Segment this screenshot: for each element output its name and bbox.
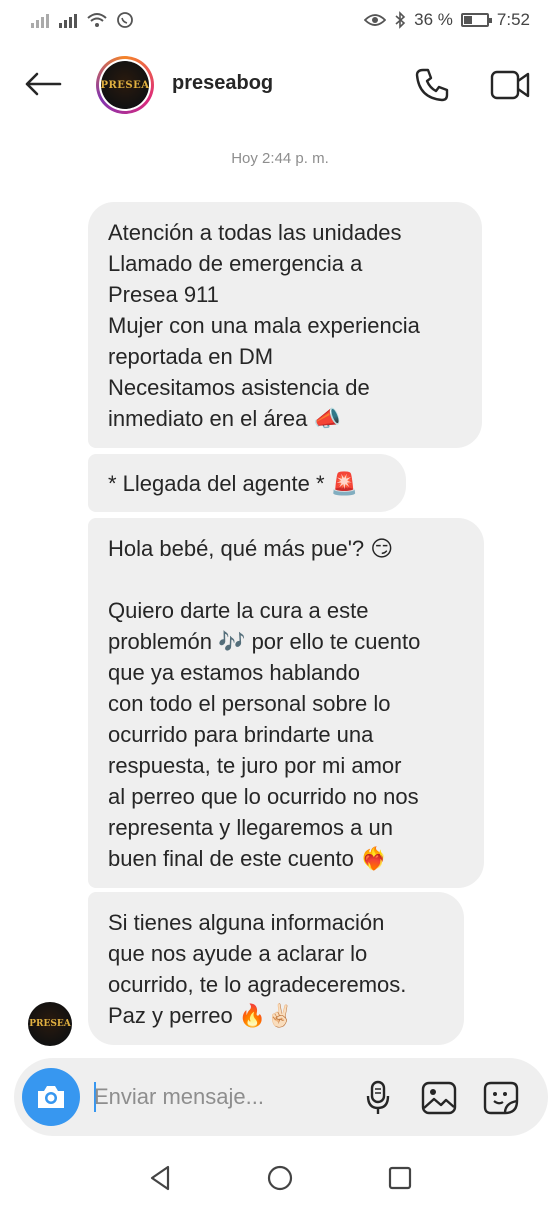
chat-header: PRESEA preseabog	[0, 40, 560, 128]
message-bubble[interactable]: Hola bebé, qué más pue'? 😏 Quiero darte …	[88, 518, 484, 888]
back-button[interactable]	[22, 64, 64, 104]
profile-avatar[interactable]: PRESEA	[96, 56, 154, 114]
sticker-icon	[483, 1081, 519, 1115]
back-arrow-icon	[25, 72, 62, 96]
system-nav-bar	[0, 1140, 560, 1214]
nav-home-icon[interactable]	[266, 1164, 294, 1192]
status-left	[30, 11, 134, 29]
signal-icon	[31, 14, 49, 28]
nav-recent-icon[interactable]	[386, 1164, 414, 1192]
message-composer	[14, 1058, 548, 1136]
battery-fill	[463, 16, 472, 24]
signal-icon	[59, 14, 77, 28]
microphone-icon	[366, 1080, 390, 1114]
eye-icon	[364, 14, 387, 26]
status-bar: 36 % 7:52	[0, 0, 560, 40]
username[interactable]: preseabog	[172, 72, 273, 95]
status-right: 36 % 7:52	[364, 10, 530, 30]
thread-timestamp: Hoy 2:44 p. m.	[231, 150, 329, 167]
battery-icon	[460, 13, 492, 27]
nav-back-icon[interactable]	[146, 1164, 174, 1192]
message-bubble[interactable]: Atención a todas las unidades Llamado de…	[88, 202, 482, 448]
wifi-icon	[87, 13, 107, 27]
gallery-button[interactable]	[418, 1078, 460, 1118]
gallery-icon	[421, 1081, 457, 1115]
camera-icon	[38, 1086, 64, 1108]
avatar-frame: PRESEA	[99, 59, 151, 111]
phone-icon	[415, 68, 449, 102]
audio-call-button[interactable]	[410, 64, 454, 106]
whatsapp-icon	[117, 12, 133, 28]
camera-button[interactable]	[22, 1068, 80, 1126]
message-input[interactable]	[94, 1080, 344, 1114]
video-call-button[interactable]	[486, 64, 534, 106]
sender-avatar[interactable]: PRESEA	[28, 1002, 72, 1046]
avatar-logo: PRESEA	[100, 61, 149, 109]
sticker-button[interactable]	[480, 1078, 522, 1118]
bluetooth-icon	[395, 11, 406, 29]
clock: 7:52	[496, 10, 530, 29]
voice-message-button[interactable]	[358, 1078, 398, 1118]
video-camera-icon	[490, 70, 530, 100]
battery-percent: 36 %	[414, 10, 453, 29]
message-bubble[interactable]: Si tienes alguna información que nos ayu…	[88, 892, 464, 1045]
message-bubble[interactable]: * Llegada del agente * 🚨	[88, 454, 406, 512]
